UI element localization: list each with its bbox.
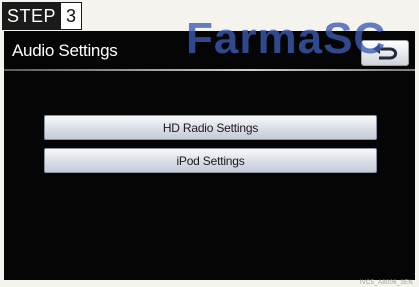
watermark-text: FarmaSC bbox=[186, 14, 387, 63]
figure-code: IVC5_A8006_3EN bbox=[359, 280, 413, 286]
step-number: 3 bbox=[60, 3, 82, 29]
ipod-settings-button[interactable]: iPod Settings bbox=[44, 148, 377, 173]
step-label: STEP bbox=[3, 3, 61, 29]
audio-settings-screen: Audio Settings HD Radio Settings iPod Se… bbox=[4, 31, 415, 280]
screen-title: Audio Settings bbox=[12, 41, 118, 60]
title-divider bbox=[4, 69, 415, 71]
hd-radio-settings-button[interactable]: HD Radio Settings bbox=[44, 115, 377, 140]
step-indicator: STEP 3 bbox=[2, 2, 83, 30]
